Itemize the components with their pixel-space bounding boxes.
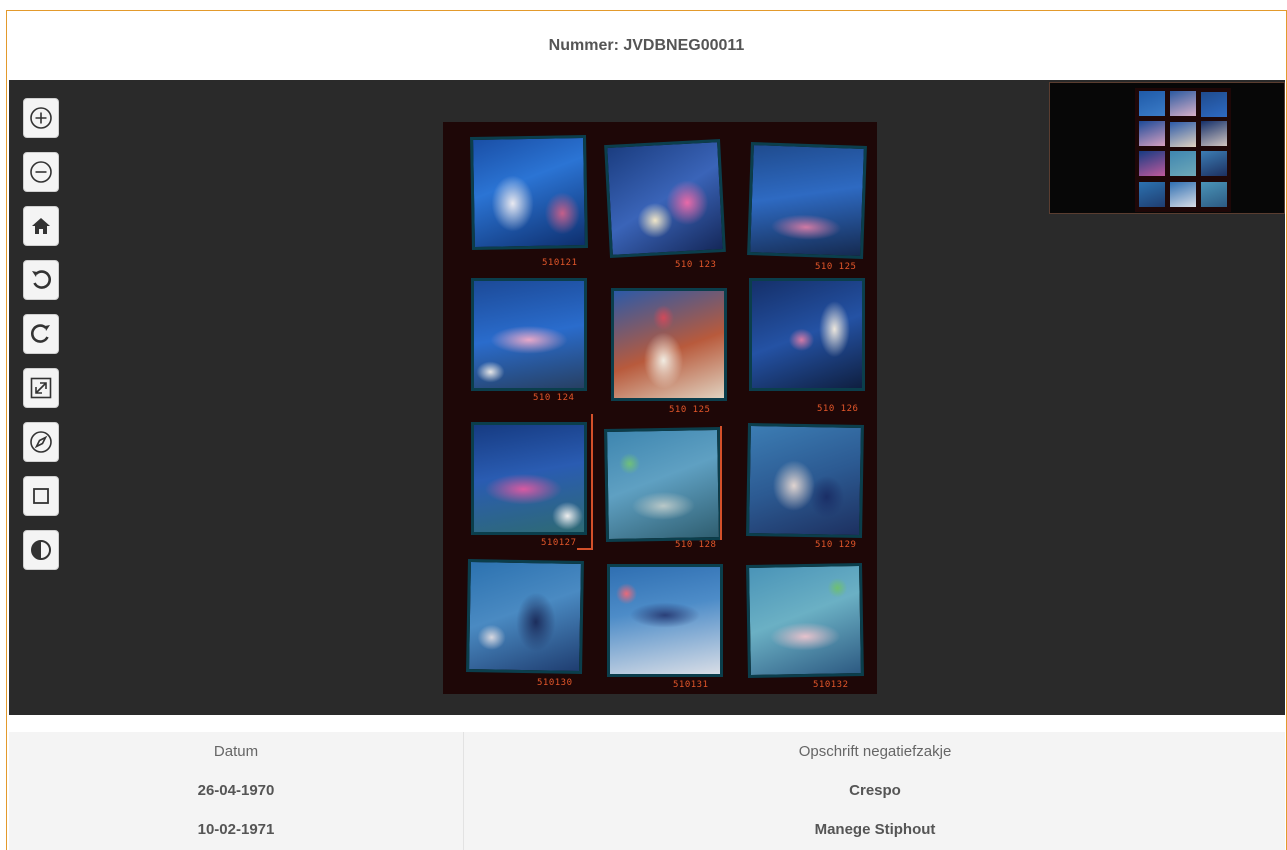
navigator-frame — [1139, 91, 1165, 116]
rotate-left-button[interactable] — [23, 260, 59, 300]
square-button[interactable] — [23, 476, 59, 516]
navigator-frame — [1139, 182, 1165, 207]
photo-frame — [471, 422, 587, 535]
page-frame: Nummer: JVDBNEG00011 510121 510 123 510 … — [6, 10, 1287, 850]
photo-frame — [746, 422, 864, 539]
frame-number: 510 128 — [675, 540, 717, 550]
photo-frame — [749, 278, 865, 391]
zoom-out-button[interactable] — [23, 152, 59, 192]
frame-number: 510 124 — [533, 393, 575, 403]
navigator-frame — [1201, 182, 1227, 207]
metadata-table: Datum 26-04-1970 10-02-1971 Opschrift ne… — [9, 732, 1285, 850]
photo-frame — [607, 564, 723, 677]
fullscreen-button[interactable] — [23, 368, 59, 408]
page-title: Nummer: JVDBNEG00011 — [548, 36, 745, 54]
sleeve-marker — [720, 426, 722, 540]
date-value: 26-04-1970 — [197, 782, 275, 799]
negative-contact-sheet: 510121 510 123 510 125 510 124 510 125 5… — [443, 122, 877, 694]
frame-number: 510 125 — [669, 405, 711, 415]
home-button[interactable] — [23, 206, 59, 246]
photo-frame — [466, 558, 584, 675]
navigator-frame — [1201, 92, 1227, 117]
frame-number: 510 129 — [815, 540, 857, 550]
date-value: 10-02-1971 — [197, 821, 275, 838]
compass-button[interactable] — [23, 422, 59, 462]
sleeve-marker — [577, 548, 593, 550]
frame-number: 510131 — [673, 680, 709, 690]
photo-frame — [471, 278, 587, 391]
frame-number: 510121 — [542, 258, 578, 268]
photo-frame — [611, 288, 727, 401]
navigator-minimap[interactable] — [1049, 82, 1285, 214]
image-viewer[interactable]: 510121 510 123 510 125 510 124 510 125 5… — [9, 80, 1285, 715]
home-icon — [32, 218, 50, 234]
contrast-icon — [31, 540, 51, 560]
date-column: Datum 26-04-1970 10-02-1971 — [9, 732, 464, 850]
square-icon — [33, 488, 49, 504]
frame-number: 510127 — [541, 538, 577, 548]
navigator-frame — [1170, 91, 1196, 116]
navigator-frame — [1139, 151, 1165, 176]
sleeve-marker — [591, 414, 593, 548]
frame-number: 510 123 — [675, 260, 717, 270]
rotate-left-icon — [32, 270, 51, 289]
caption-value: Manege Stiphout — [814, 821, 936, 838]
rotate-right-icon — [31, 324, 50, 343]
zoom-in-icon — [30, 107, 52, 129]
navigator-thumbnail — [1135, 88, 1231, 212]
caption-header: Opschrift negatiefzakje — [798, 743, 952, 760]
navigator-frame — [1201, 151, 1227, 176]
zoom-out-icon — [30, 161, 52, 183]
navigator-frame — [1170, 151, 1196, 176]
rotate-right-button[interactable] — [23, 314, 59, 354]
date-header: Datum — [213, 743, 259, 760]
fullscreen-icon — [30, 377, 52, 399]
zoom-in-button[interactable] — [23, 98, 59, 138]
navigator-frame — [1170, 182, 1196, 207]
caption-column: Opschrift negatiefzakje Crespo Manege St… — [465, 732, 1285, 850]
navigator-frame — [1139, 121, 1165, 146]
photo-frame — [604, 139, 726, 258]
photo-frame — [747, 142, 867, 259]
photo-frame — [746, 562, 864, 679]
photo-frame — [470, 134, 588, 251]
viewer-toolbar — [23, 98, 59, 570]
compass-icon — [30, 431, 52, 453]
frame-number: 510130 — [537, 678, 573, 688]
navigator-frame — [1201, 121, 1227, 146]
caption-value: Crespo — [849, 782, 901, 799]
frame-number: 510 126 — [817, 404, 859, 414]
navigator-frame — [1170, 122, 1196, 147]
frame-number: 510 125 — [815, 262, 857, 272]
contrast-button[interactable] — [23, 530, 59, 570]
photo-frame — [604, 426, 722, 543]
frame-number: 510132 — [813, 680, 849, 690]
